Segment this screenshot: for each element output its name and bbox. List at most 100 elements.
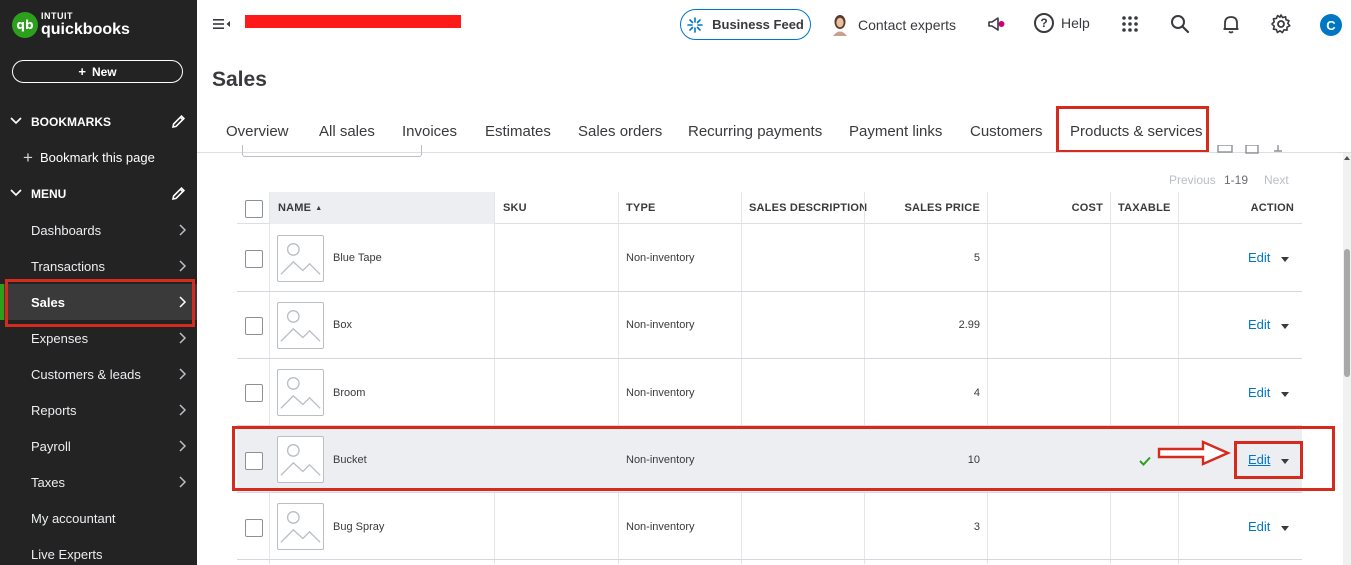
apps-grid-icon[interactable] xyxy=(1119,13,1141,35)
row-checkbox[interactable] xyxy=(245,250,263,268)
product-price: 3 xyxy=(973,521,980,533)
table-tools-icons[interactable] xyxy=(1216,145,1296,157)
sidebar-item-my-accountant[interactable]: My accountant xyxy=(0,500,197,536)
sidebar-item-taxes[interactable]: Taxes xyxy=(0,464,197,500)
row-checkbox[interactable] xyxy=(245,384,263,402)
tab-estimates[interactable]: Estimates xyxy=(485,123,551,140)
pager-range: 1-19 xyxy=(1224,173,1249,187)
column-header-action: ACTION xyxy=(1250,202,1294,214)
sparkle-icon xyxy=(687,16,703,33)
new-button[interactable]: + New xyxy=(12,60,183,83)
product-image-placeholder-icon xyxy=(277,369,324,416)
table-header: NAME ▲ SKU TYPE SALES DESCRIPTION SALES … xyxy=(237,192,1302,224)
search-icon[interactable] xyxy=(1169,13,1191,35)
chevron-right-icon xyxy=(179,476,187,488)
sales-annotation-box xyxy=(5,279,195,327)
sidebar-item-label: Live Experts xyxy=(31,546,103,562)
column-header-sales-description[interactable]: SALES DESCRIPTION xyxy=(749,192,867,224)
table-row[interactable]: Blue Tape Non-inventory 5 Edit xyxy=(237,225,1302,292)
edit-bookmarks-pencil-icon[interactable] xyxy=(170,113,187,130)
product-type: Non-inventory xyxy=(626,319,695,331)
tab-overview[interactable]: Overview xyxy=(226,123,289,140)
business-feed-label: Business Feed xyxy=(712,17,804,32)
column-header-cost[interactable]: COST xyxy=(989,192,1103,224)
product-name: Broom xyxy=(333,387,366,399)
bookmark-this-page-label: Bookmark this page xyxy=(39,150,155,165)
product-type: Non-inventory xyxy=(626,521,695,533)
quickbooks-logo-icon: qb xyxy=(12,12,38,38)
chevron-down-icon xyxy=(10,117,22,125)
column-header-sku[interactable]: SKU xyxy=(503,192,527,224)
sidebar-item-dashboards[interactable]: Dashboards xyxy=(0,212,197,248)
sidebar-item-label: Taxes xyxy=(31,474,65,490)
quickbooks-logo[interactable]: qb INTUIT quickbooks xyxy=(12,12,130,38)
edit-link[interactable]: Edit xyxy=(1248,519,1270,534)
column-header-name-label: NAME xyxy=(278,202,312,214)
product-price: 5 xyxy=(973,252,980,264)
column-header-name[interactable]: NAME ▲ xyxy=(270,192,494,224)
chevron-right-icon xyxy=(179,260,187,272)
help-button[interactable]: ? Help xyxy=(1034,13,1090,33)
row-checkbox[interactable] xyxy=(245,317,263,335)
settings-gear-icon[interactable] xyxy=(1270,13,1292,35)
business-feed-button[interactable]: Business Feed xyxy=(680,9,811,40)
bookmark-this-page[interactable]: + Bookmark this page xyxy=(23,149,155,166)
table-row[interactable]: Broom Non-inventory 4 Edit xyxy=(237,359,1302,426)
tab-recurring-payments[interactable]: Recurring payments xyxy=(688,123,822,140)
more-actions-caret-icon[interactable] xyxy=(1281,257,1289,262)
sidebar-item-customers-leads[interactable]: Customers & leads xyxy=(0,356,197,392)
scrollbar-thumb[interactable] xyxy=(1344,249,1350,377)
pager-next[interactable]: Next xyxy=(1264,173,1289,187)
more-actions-caret-icon[interactable] xyxy=(1281,324,1289,329)
product-type: Non-inventory xyxy=(626,252,695,264)
announcements-megaphone-icon[interactable] xyxy=(986,13,1008,35)
menu-label: MENU xyxy=(31,187,67,201)
bookmarks-section-header[interactable]: BOOKMARKS xyxy=(0,112,197,132)
menu-section-header[interactable]: MENU xyxy=(0,184,197,204)
sidebar-item-live-experts[interactable]: Live Experts xyxy=(0,536,197,565)
tab-all-sales[interactable]: All sales xyxy=(319,123,375,140)
products-services-annotation-box xyxy=(1056,106,1209,153)
table-row[interactable]: Bug Spray Non-inventory 3 Edit xyxy=(237,493,1302,560)
logo-intuit-text: INTUIT xyxy=(41,11,73,21)
notifications-bell-icon[interactable] xyxy=(1220,13,1242,35)
sidebar-item-label: Customers & leads xyxy=(31,366,141,382)
column-header-taxable[interactable]: TAXABLE xyxy=(1118,192,1171,224)
collapse-menu-icon[interactable] xyxy=(212,16,232,32)
help-question-icon: ? xyxy=(1034,13,1054,33)
column-header-sales-price[interactable]: SALES PRICE xyxy=(865,192,980,224)
edit-link[interactable]: Edit xyxy=(1248,250,1270,265)
bookmarks-label: BOOKMARKS xyxy=(31,115,111,129)
plus-icon: + xyxy=(78,64,86,79)
select-all-checkbox[interactable] xyxy=(245,200,263,218)
more-actions-caret-icon[interactable] xyxy=(1281,392,1289,397)
edit-link[interactable]: Edit xyxy=(1248,385,1270,400)
row-checkbox[interactable] xyxy=(245,519,263,537)
edit-link[interactable]: Edit xyxy=(1248,317,1270,332)
sidebar-item-label: Reports xyxy=(31,402,77,418)
chevron-down-icon xyxy=(10,189,22,197)
tab-sales-orders[interactable]: Sales orders xyxy=(578,123,662,140)
company-name-redacted xyxy=(245,15,461,28)
search-input[interactable] xyxy=(242,145,422,157)
tab-invoices[interactable]: Invoices xyxy=(402,123,457,140)
user-avatar[interactable]: C xyxy=(1320,14,1342,36)
pager-previous[interactable]: Previous xyxy=(1169,173,1216,187)
sort-ascending-icon: ▲ xyxy=(315,204,323,212)
tab-customers[interactable]: Customers xyxy=(970,123,1043,140)
column-header-type[interactable]: TYPE xyxy=(626,192,656,224)
sidebar-item-reports[interactable]: Reports xyxy=(0,392,197,428)
sidebar-item-payroll[interactable]: Payroll xyxy=(0,428,197,464)
edit-menu-pencil-icon[interactable] xyxy=(170,185,187,202)
edit-annotation-box xyxy=(1234,441,1303,479)
more-actions-caret-icon[interactable] xyxy=(1281,526,1289,531)
tab-payment-links[interactable]: Payment links xyxy=(849,123,942,140)
scroll-up-arrow-icon[interactable] xyxy=(1344,156,1350,160)
sidebar-item-label: My accountant xyxy=(31,510,116,526)
page-title: Sales xyxy=(212,68,267,91)
product-price: 2.99 xyxy=(958,319,980,331)
product-name: Box xyxy=(333,319,352,331)
table-row[interactable]: Box Non-inventory 2.99 Edit xyxy=(237,292,1302,359)
help-label: Help xyxy=(1061,15,1090,31)
contact-experts-button[interactable]: Contact experts xyxy=(831,14,956,36)
